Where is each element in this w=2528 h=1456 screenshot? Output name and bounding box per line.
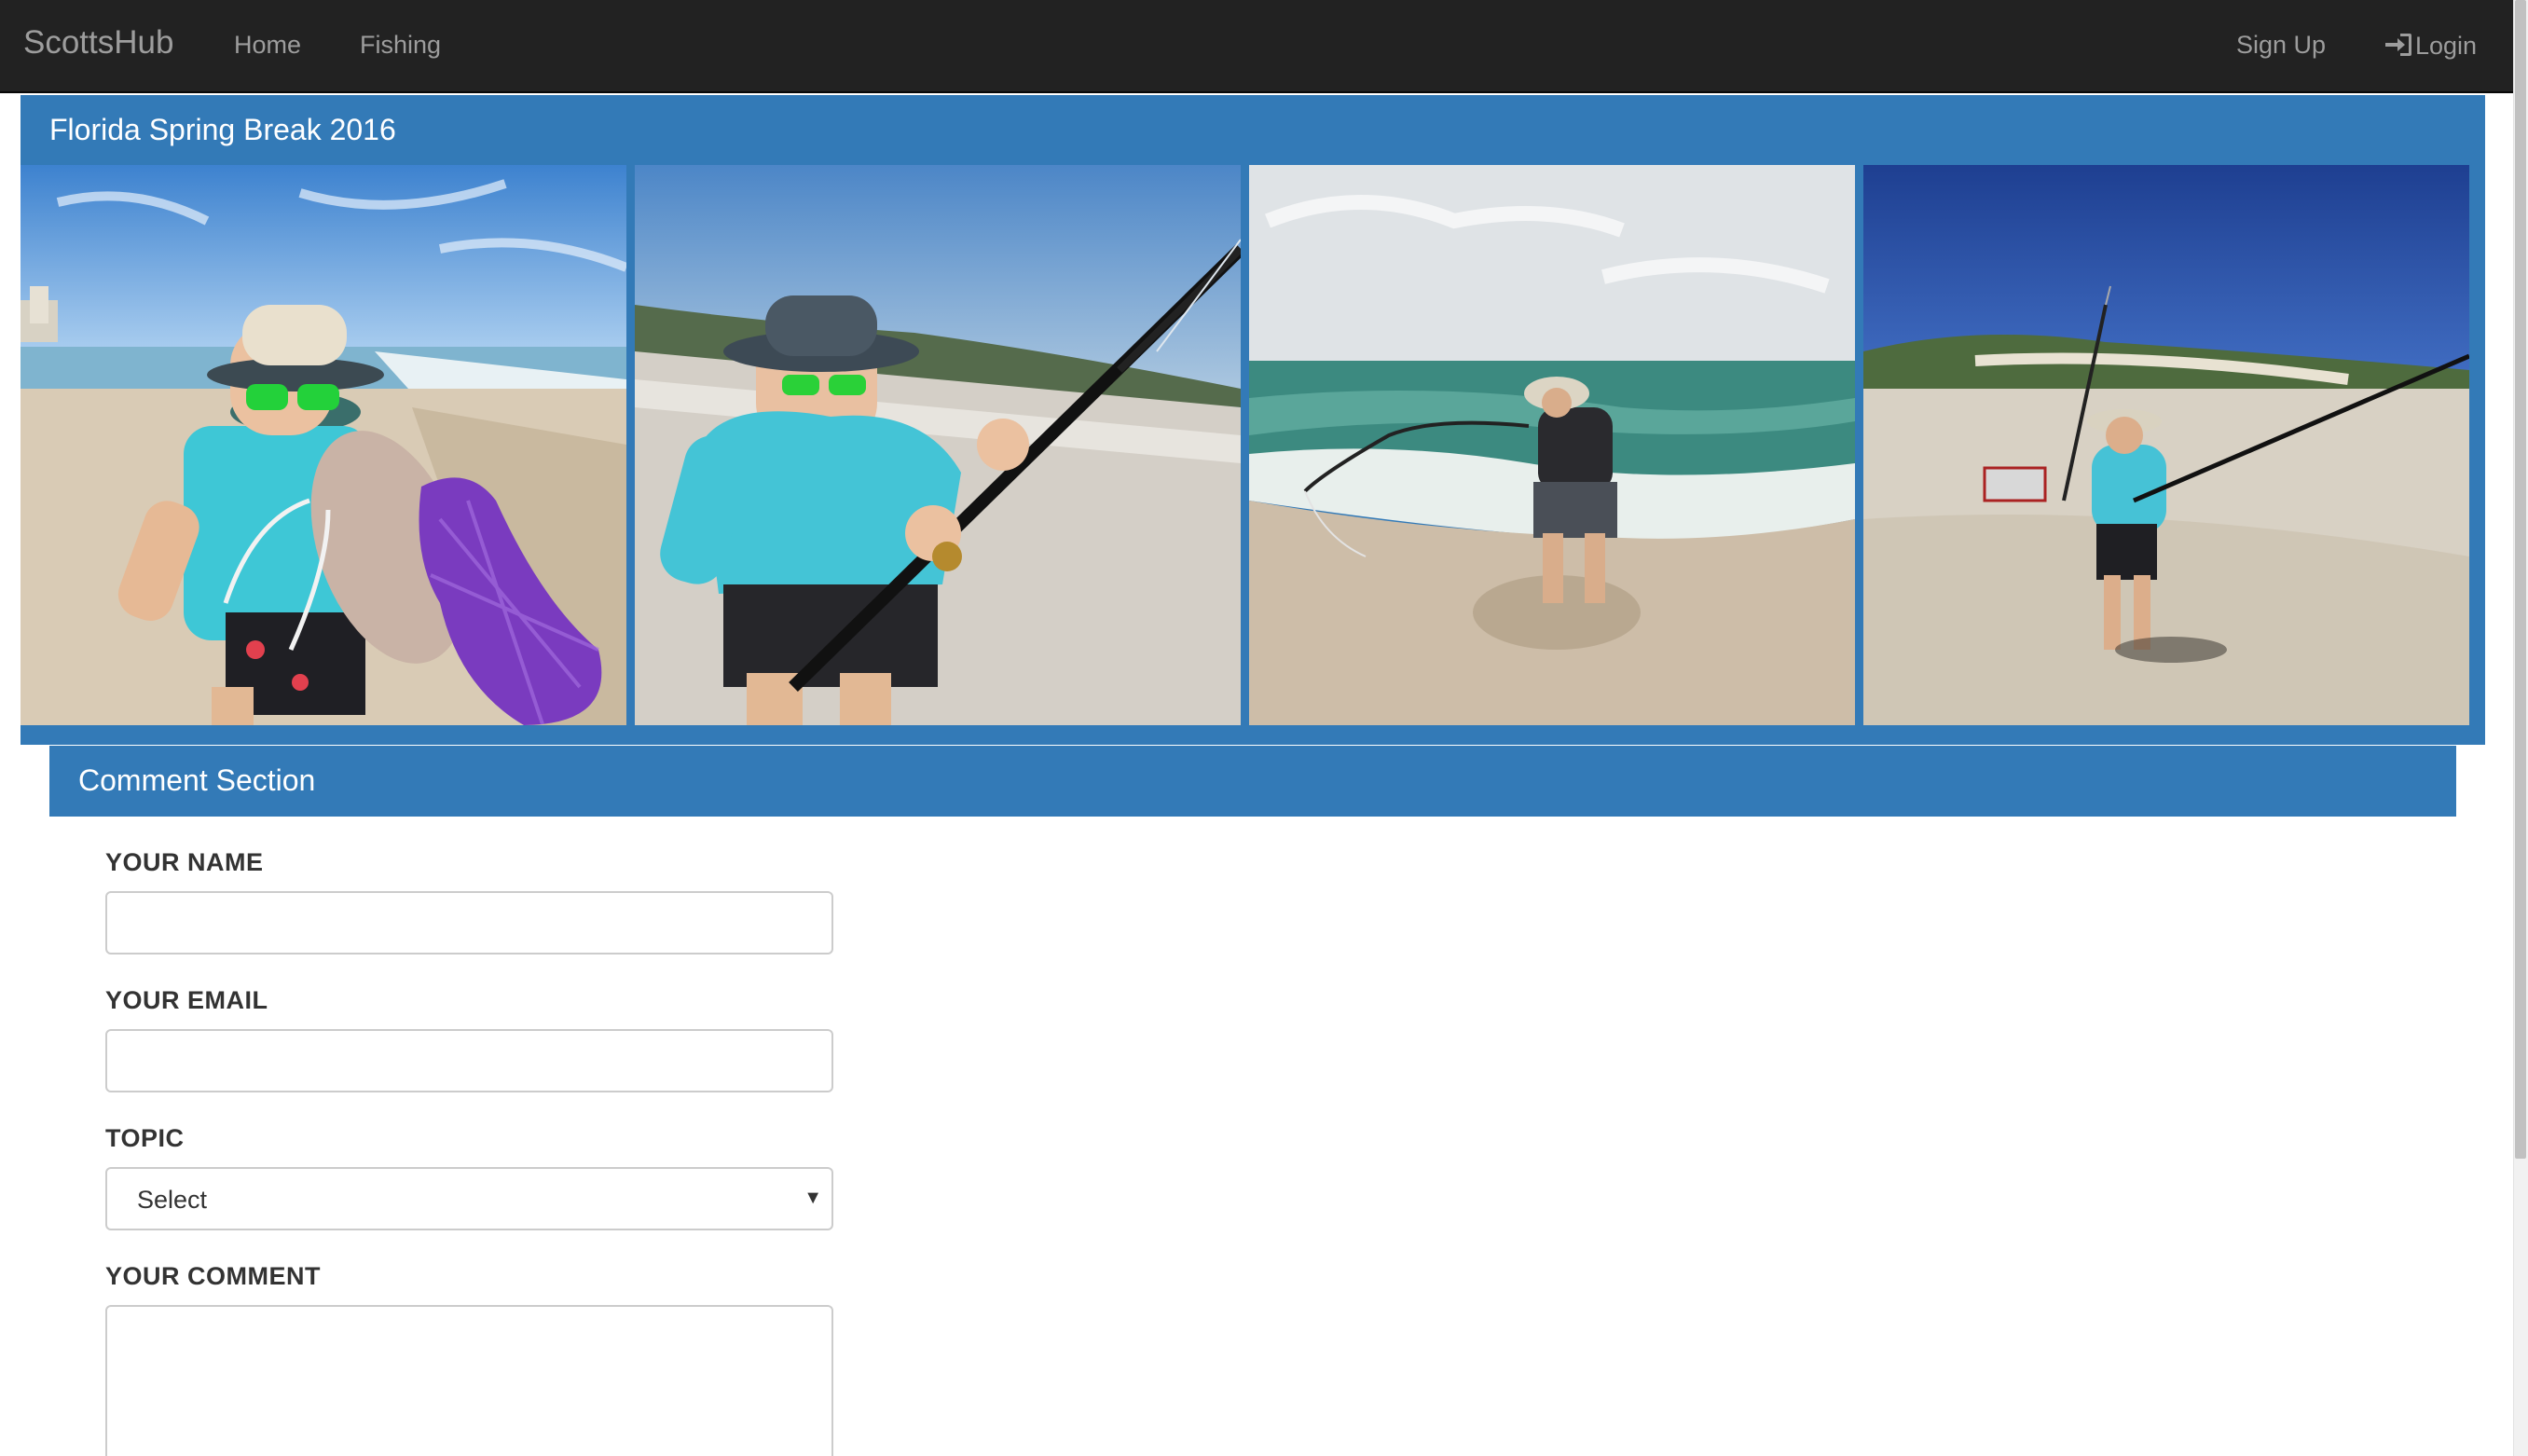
- comment-textarea[interactable]: [105, 1305, 833, 1456]
- vertical-scrollbar-thumb[interactable]: [2515, 0, 2526, 1159]
- comment-section-header: Comment Section: [49, 746, 2456, 817]
- gallery-title: Florida Spring Break 2016: [49, 113, 396, 146]
- photo-holding-rod-image: [635, 165, 1241, 725]
- photo-catfish-image: [21, 165, 626, 725]
- email-field[interactable]: [105, 1029, 833, 1092]
- log-in-icon: [2385, 34, 2411, 56]
- login-label: Login: [2415, 32, 2478, 60]
- name-field[interactable]: [105, 891, 833, 955]
- chevron-down-icon: ▼: [804, 1188, 822, 1208]
- comment-label: YOUR COMMENT: [105, 1262, 321, 1290]
- nav-signup-link[interactable]: Sign Up: [2236, 31, 2326, 60]
- comment-section-title: Comment Section: [78, 763, 316, 797]
- topic-select[interactable]: Select ▼: [105, 1167, 833, 1230]
- photo-surf-cast-image: [1249, 165, 1855, 725]
- photo-beach-rods-image: [1863, 165, 2469, 725]
- name-label: YOUR NAME: [105, 848, 264, 876]
- nav-home-link[interactable]: Home: [234, 31, 301, 60]
- topic-label: TOPIC: [105, 1124, 185, 1152]
- nav-fishing-link[interactable]: Fishing: [360, 31, 441, 60]
- topic-select-value: Select: [137, 1186, 208, 1214]
- top-navbar: ScottsHub Home Fishing Sign Up Login: [0, 0, 2513, 93]
- gallery-photo-catfish[interactable]: [21, 165, 626, 725]
- brand-link[interactable]: ScottsHub: [23, 24, 173, 62]
- gallery-photo-surf-cast[interactable]: [1249, 165, 1855, 725]
- nav-login-link[interactable]: Login: [2384, 31, 2477, 61]
- email-label: YOUR EMAIL: [105, 986, 268, 1014]
- gallery-photo-beach-rods[interactable]: [1863, 165, 2469, 725]
- gallery-panel: Florida Spring Break 2016: [21, 95, 2485, 745]
- gallery-photo-holding-rod[interactable]: [635, 165, 1241, 725]
